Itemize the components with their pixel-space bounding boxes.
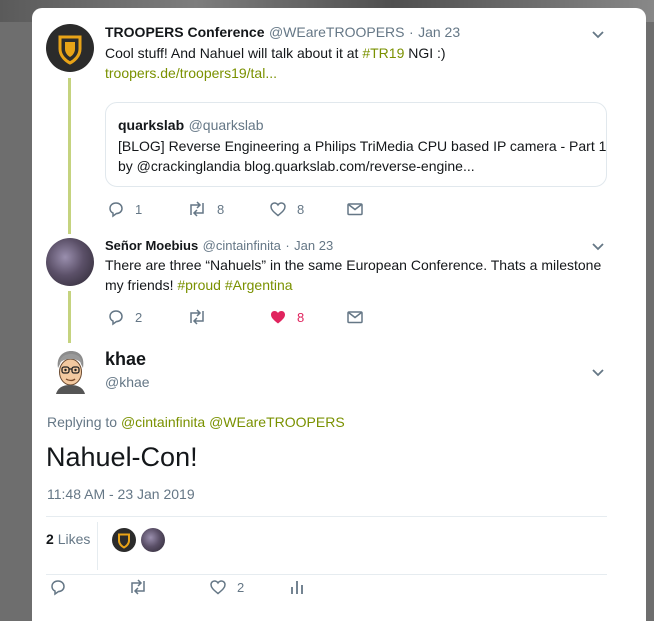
likes-stat-label: Likes: [57, 531, 91, 547]
retweet-icon: [190, 201, 204, 217]
reply-icon: [51, 580, 65, 596]
quoted-tweet[interactable]: quarkslab @quarkslab [BLOG] Reverse Engi…: [105, 102, 607, 187]
thread-line-1: [68, 78, 71, 234]
main-retweet-button[interactable]: [128, 578, 148, 596]
retweet-icon: [131, 579, 145, 595]
heart-filled-icon: [271, 311, 285, 324]
tweet2-author-name[interactable]: Señor Moebius: [105, 238, 198, 253]
tweet1-reply-button[interactable]: 1: [107, 200, 142, 218]
liker-avatar-senor-moebius[interactable]: [141, 528, 165, 552]
tweet1-text-end: NGI :): [404, 45, 446, 61]
quote-text-line-2: by @crackinglandia blog.quarkslab.com/re…: [118, 158, 475, 174]
retweet-icon: [190, 309, 204, 325]
tweet2-message-button[interactable]: [346, 308, 364, 326]
tweet1-date[interactable]: Jan 23: [418, 24, 460, 40]
khae-avatar[interactable]: [46, 346, 94, 394]
tweet2-date[interactable]: Jan 23: [294, 238, 333, 253]
tweet2-separator: ·: [285, 238, 290, 253]
tweet1-hashtag[interactable]: #TR19: [362, 45, 404, 61]
replying-to-label: Replying to: [47, 414, 118, 430]
tweet1-text: Cool stuff! And Nahuel will talk about i…: [105, 43, 446, 63]
tweet1-link[interactable]: troopers.de/troopers19/tal...: [105, 63, 277, 83]
reply-icon: [109, 310, 123, 326]
liker-avatar-troopers[interactable]: [112, 528, 136, 552]
main-like-button[interactable]: 2: [209, 578, 244, 596]
main-author-name[interactable]: khae: [105, 349, 146, 370]
tweet2-retweet-button[interactable]: [187, 308, 207, 326]
main-analytics-button[interactable]: [289, 578, 305, 596]
troopers-avatar[interactable]: [46, 24, 94, 72]
likes-stat-count: 2: [46, 531, 54, 547]
chevron-down-icon[interactable]: [590, 238, 606, 254]
main-like-count: 2: [237, 579, 245, 595]
chevron-down-icon[interactable]: [590, 364, 606, 380]
stats-separator: [97, 522, 98, 570]
tweet1-retweet-count: 8: [217, 201, 225, 217]
envelope-icon: [347, 311, 363, 324]
tweet2-reply-count: 2: [135, 309, 143, 325]
envelope-icon: [347, 203, 363, 216]
senor-moebius-avatar[interactable]: [46, 238, 94, 286]
tweet1-text-start: Cool stuff! And Nahuel will talk about i…: [105, 45, 363, 61]
main-tweet-timestamp[interactable]: 11:48 AM - 23 Jan 2019: [47, 486, 195, 502]
heart-outline-icon: [270, 202, 286, 217]
analytics-icon: [291, 581, 303, 594]
replying-to-cintainfinita[interactable]: @cintainfinita: [121, 414, 205, 430]
tweet2-hashtag-argentina[interactable]: #Argentina: [225, 277, 293, 293]
tweet2-like-count: 8: [297, 309, 305, 325]
tweet1-author-name[interactable]: TROOPERS Conference: [105, 24, 264, 40]
tweet1-author-handle[interactable]: @WEareTROOPERS: [269, 24, 405, 40]
tweet2-like-button[interactable]: 8: [269, 308, 304, 326]
divider-top: [46, 516, 607, 517]
tweet1-like-count: 8: [297, 201, 305, 217]
divider-bottom: [46, 574, 607, 575]
thread-line-2: [68, 291, 71, 343]
tweet1-retweet-button[interactable]: 8: [187, 200, 224, 218]
tweet1-reply-count: 1: [135, 201, 143, 217]
main-reply-button[interactable]: [49, 578, 67, 596]
tweet1-message-button[interactable]: [346, 200, 364, 218]
tweet1-like-button[interactable]: 8: [269, 200, 304, 218]
tweet2-author-handle[interactable]: @cintainfinita: [203, 238, 281, 253]
likes-stat[interactable]: 2 Likes: [46, 531, 90, 547]
chevron-down-icon[interactable]: [590, 26, 606, 42]
replying-to: Replying to @cintainfinita @WEareTROOPER…: [47, 414, 345, 430]
tweet2-text-start: my friends!: [105, 277, 178, 293]
replying-to-wearetroopers[interactable]: @WEareTROOPERS: [209, 414, 345, 430]
main-tweet-text: Nahuel-Con!: [46, 442, 198, 472]
heart-outline-icon: [210, 580, 226, 595]
quote-author-name: quarkslab: [118, 117, 185, 133]
quote-text-line-1: [BLOG] Reverse Engineering a Philips Tri…: [118, 138, 607, 154]
main-author-handle[interactable]: @khae: [105, 374, 150, 390]
quote-author-handle: @quarkslab: [188, 117, 264, 133]
tweet2-text-line-2: my friends! #proud #Argentina: [105, 275, 293, 295]
tweet2-reply-button[interactable]: 2: [107, 308, 142, 326]
tweet2-hashtag-proud[interactable]: #proud: [177, 277, 221, 293]
tweet1-separator: ·: [408, 24, 414, 40]
tweet2-text-line-1: There are three “Nahuels” in the same Eu…: [105, 257, 602, 273]
tweet-modal: TROOPERS Conference @WEareTROOPERS · Jan…: [32, 8, 646, 621]
reply-icon: [109, 202, 123, 218]
